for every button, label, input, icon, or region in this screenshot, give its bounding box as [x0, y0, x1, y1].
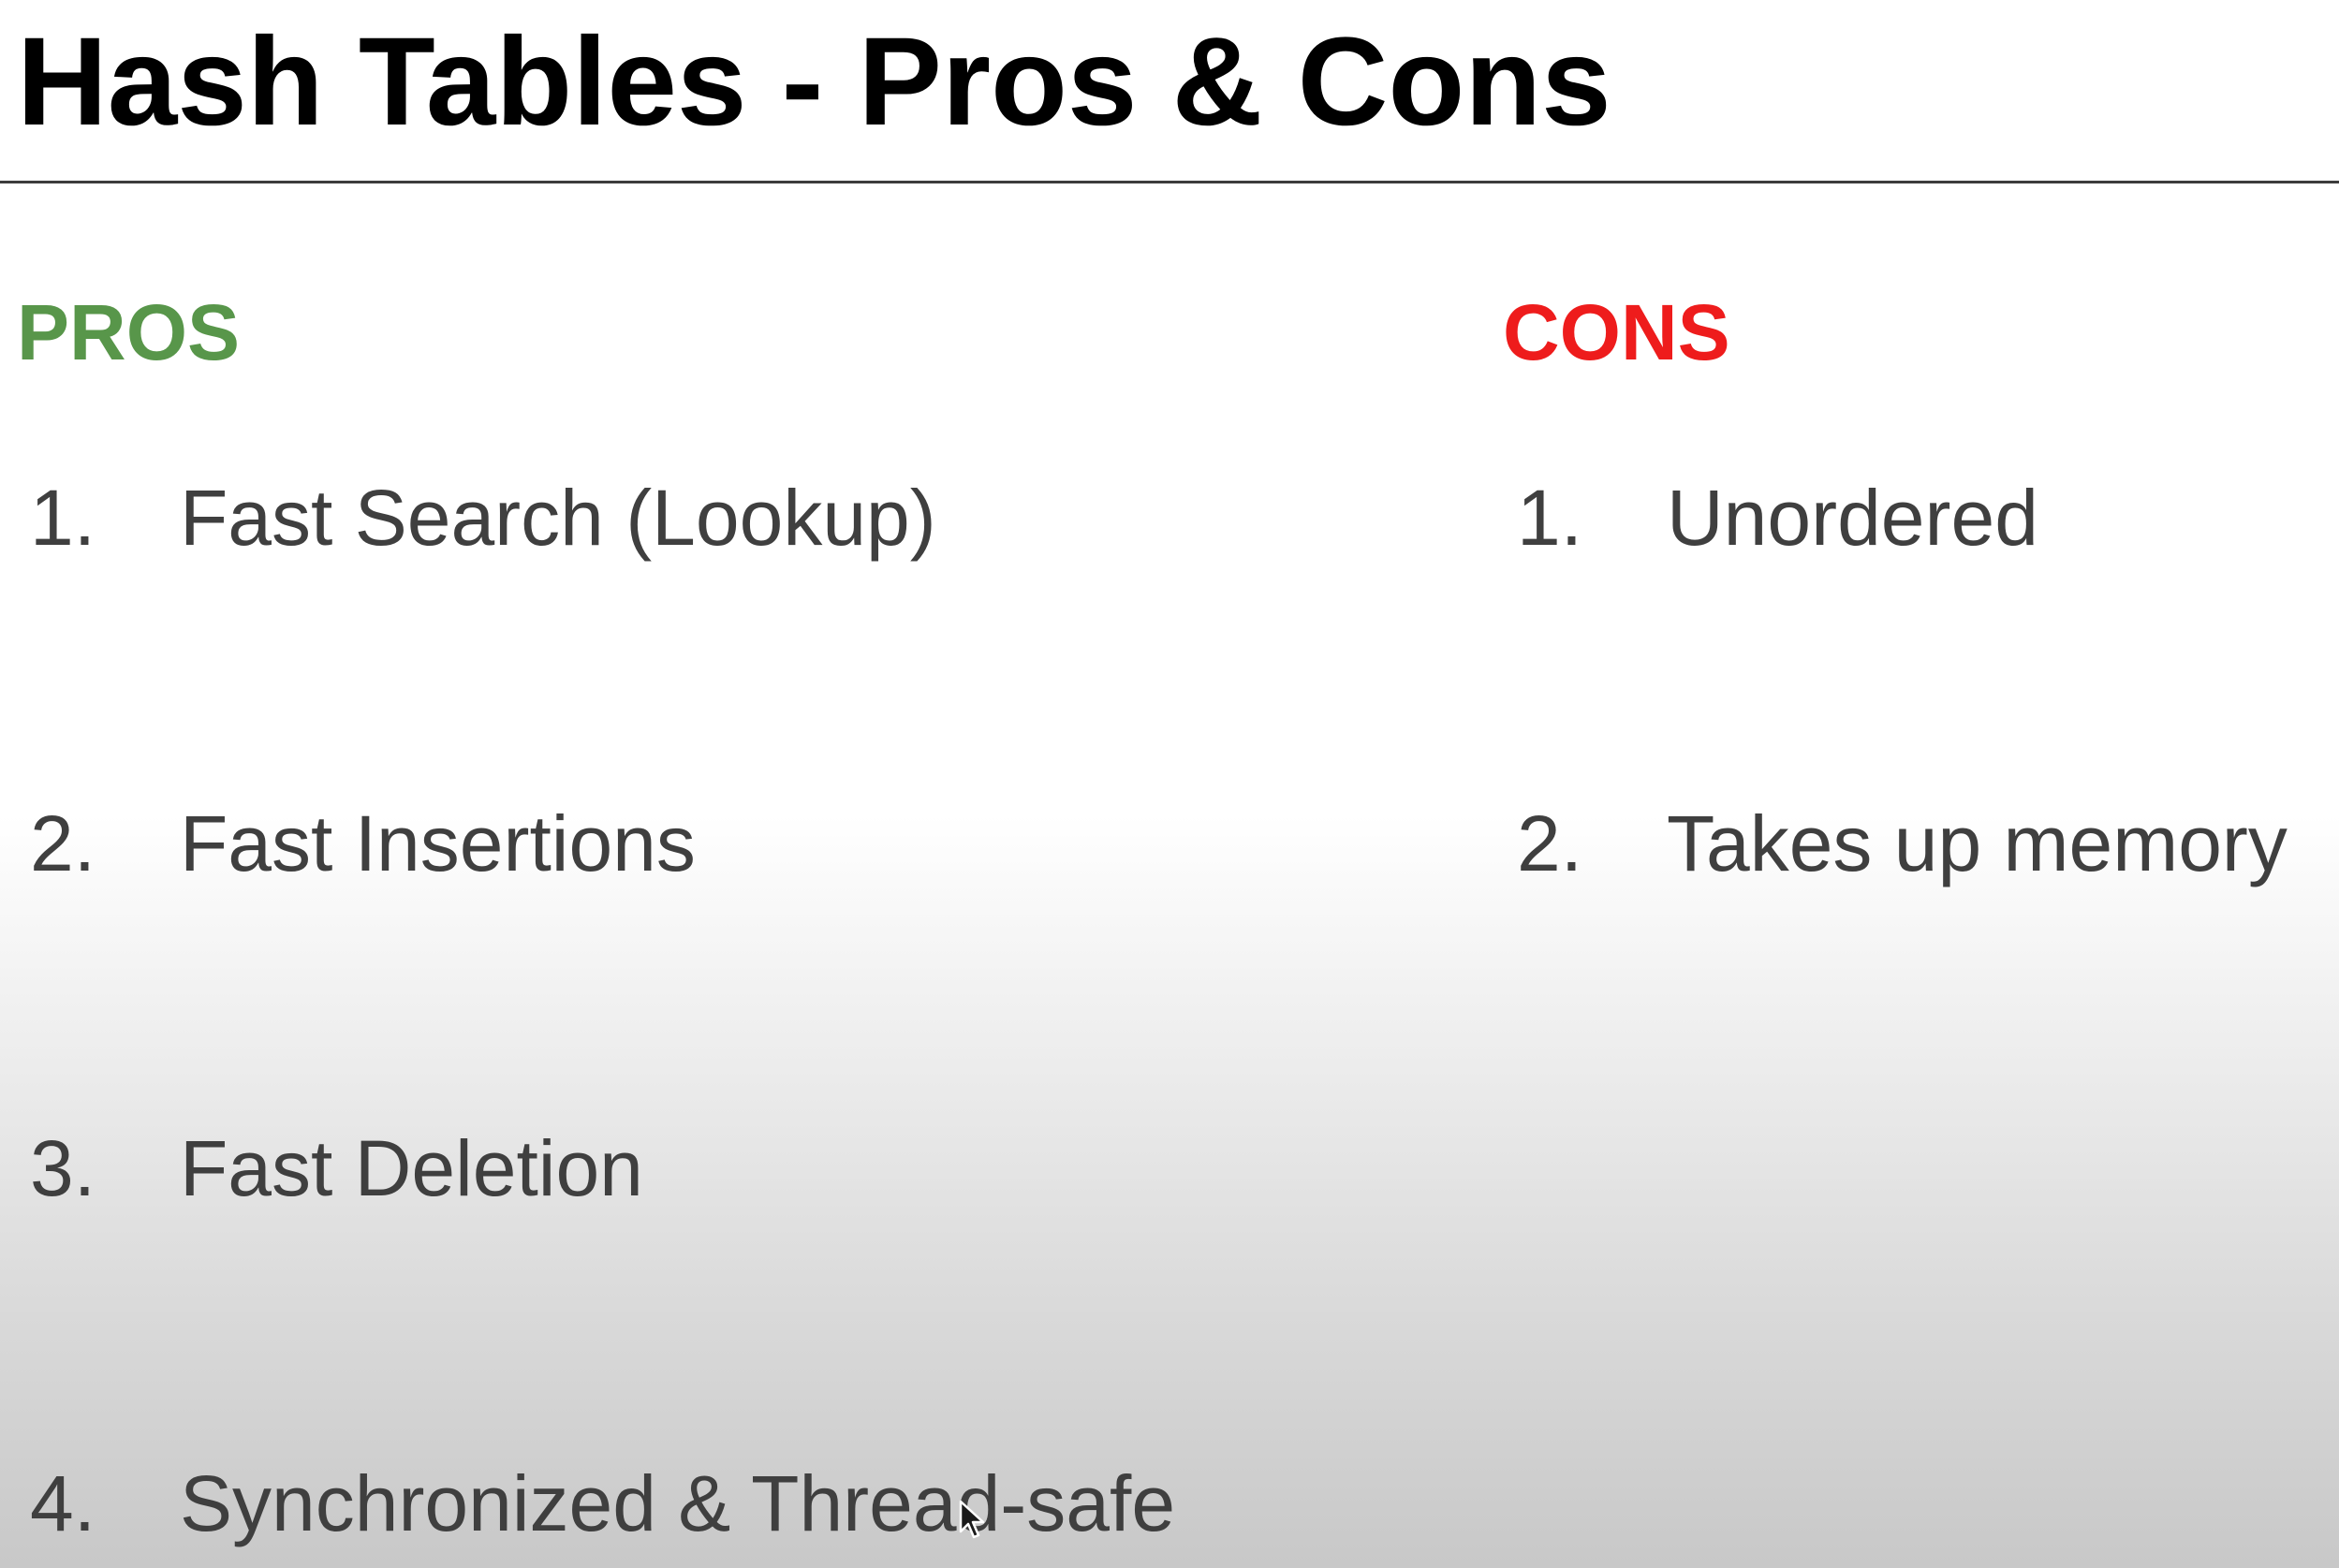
- list-number: 4.: [30, 1459, 96, 1547]
- list-number: 2.: [30, 799, 96, 887]
- slide-title: Hash Tables - Pros & Cons: [17, 12, 1611, 152]
- mouse-pointer-icon: [959, 1500, 985, 1539]
- list-number: 2.: [1517, 799, 1583, 887]
- list-number: 1.: [30, 474, 96, 562]
- cons-heading: CONS: [1503, 288, 1730, 376]
- pros-list-item: 1. Fast Search (Lookup): [30, 471, 1434, 564]
- list-item-text: Unordered: [1667, 474, 2038, 562]
- list-item-text: Fast Insertions: [180, 799, 696, 887]
- list-item-text: Synchronized & Thread-safe: [180, 1459, 1176, 1547]
- list-number: 1.: [1517, 474, 1583, 562]
- list-item-text: Fast Search (Lookup): [180, 474, 936, 562]
- list-number: 3.: [30, 1124, 96, 1212]
- pros-heading: PROS: [17, 288, 241, 376]
- pros-list-item: 2. Fast Insertions: [30, 797, 1434, 890]
- slide: Hash Tables - Pros & Cons PROS 1. Fast S…: [0, 0, 2339, 1568]
- list-item-text: Takes up memory: [1667, 799, 2288, 887]
- title-divider: [0, 181, 2339, 183]
- cons-list-item: 1. Unordered: [1517, 471, 2322, 564]
- pros-list-item: 3. Fast Deletion: [30, 1121, 1434, 1215]
- list-item-text: Fast Deletion: [180, 1124, 643, 1212]
- cons-list-item: 2. Takes up memory: [1517, 797, 2322, 890]
- pros-list-item: 4. Synchronized & Thread-safe: [30, 1457, 1434, 1550]
